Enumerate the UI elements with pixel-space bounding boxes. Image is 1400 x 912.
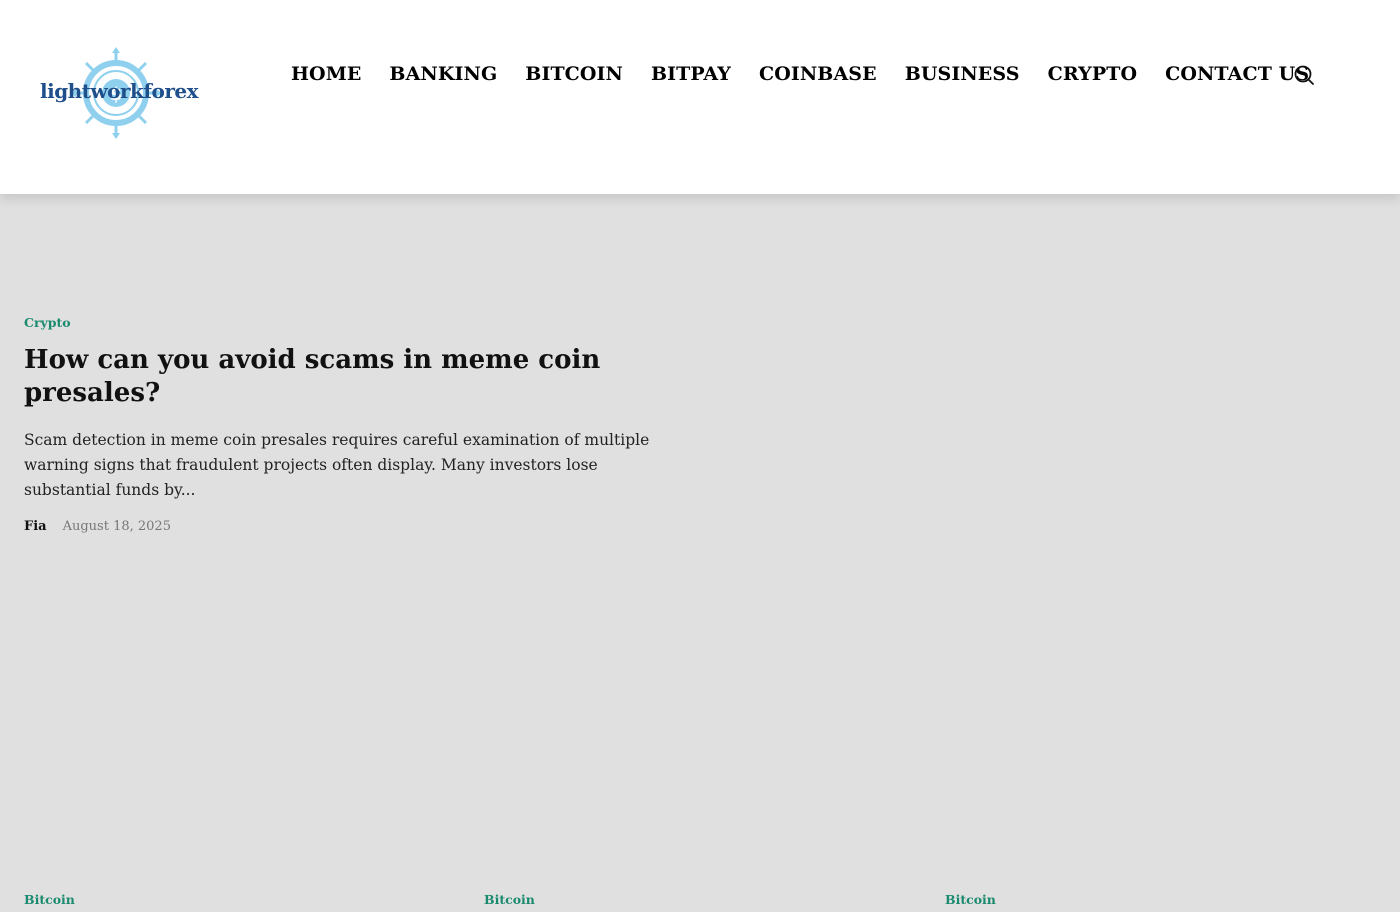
nav-item-bitpay[interactable]: BITPAY	[637, 63, 745, 85]
featured-post-title[interactable]: How can you avoid scams in meme coin pre…	[24, 344, 624, 410]
nav-item-business[interactable]: BUSINESS	[891, 63, 1034, 85]
nav-item-banking[interactable]: BANKING	[375, 63, 511, 85]
featured-post-category[interactable]: Crypto	[24, 315, 664, 330]
featured-post-excerpt: Scam detection in meme coin presales req…	[24, 431, 650, 499]
site-header: $ lightworkforex HOME BANKING BITCOIN BI…	[0, 0, 1400, 194]
search-button[interactable]	[1292, 63, 1316, 87]
featured-post-meta: Fia August 18, 2025	[24, 519, 664, 534]
nav-item-bitcoin[interactable]: BITCOIN	[511, 63, 637, 85]
nav-item-home[interactable]: HOME	[277, 63, 375, 85]
featured-post: Crypto How can you avoid scams in meme c…	[24, 315, 664, 534]
nav-item-crypto[interactable]: CRYPTO	[1034, 63, 1151, 85]
post-date: August 18, 2025	[62, 519, 171, 534]
main-nav: HOME BANKING BITCOIN BITPAY COINBASE BUS…	[277, 60, 1323, 88]
post-author[interactable]: Fia	[24, 519, 47, 534]
post-grid-categories: Bitcoin Bitcoin Bitcoin	[0, 892, 1400, 912]
logo-text: lightworkforex	[40, 79, 199, 103]
nav-item-coinbase[interactable]: COINBASE	[745, 63, 891, 85]
site-logo[interactable]: $ lightworkforex	[40, 47, 199, 139]
search-icon	[1294, 65, 1314, 85]
